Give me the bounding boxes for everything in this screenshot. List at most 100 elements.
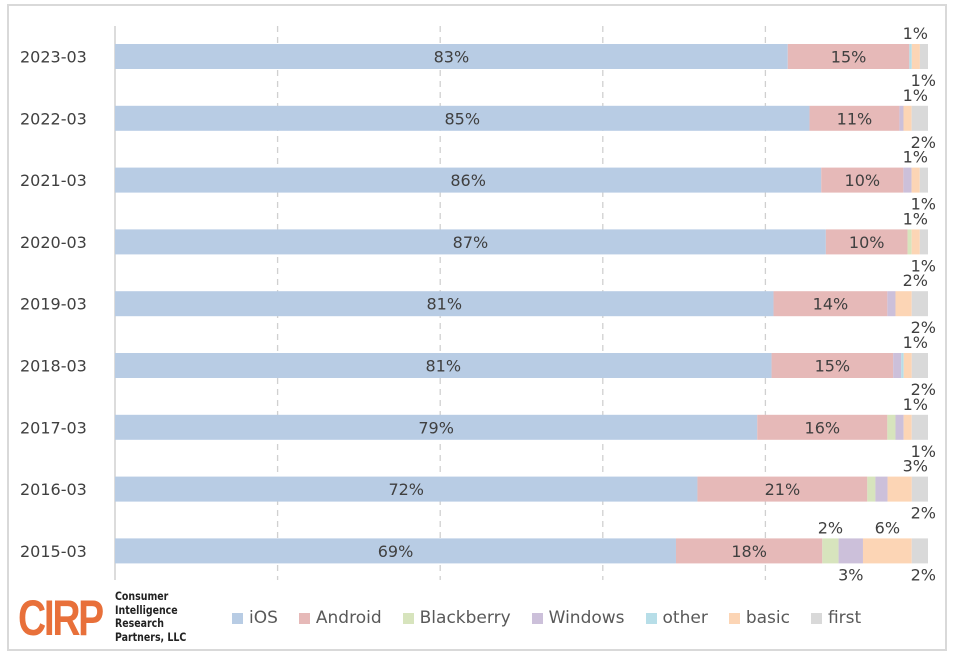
bar-segment-windows [887,291,896,317]
bar-segment-first [911,414,928,440]
legend-swatch [531,612,543,624]
data-label: 2% [903,271,928,290]
cirp-logo: CIRP Consumer Intelligence Research Part… [18,589,218,648]
category-label: 2023-03 [20,48,87,67]
bar-segment-basic [903,353,912,378]
data-label: 6% [875,518,900,537]
category-label: 2017-03 [20,418,87,437]
data-label: 1% [903,24,928,43]
legend-label: Android [315,608,382,628]
data-label: 81% [426,295,462,314]
legend-label: basic [745,608,790,628]
chart-legend: iOS Android Blackberry Windows other bas… [232,608,882,628]
data-label: 1% [903,209,928,228]
data-label: 18% [731,542,767,561]
bar-segment-blackberry [822,538,839,564]
bar-segment-windows [838,538,863,564]
bar-segment-basic [911,44,920,69]
bar-segment-windows [899,105,904,131]
bar-segment-basic [911,229,920,255]
category-label: 2015-03 [20,542,87,561]
bar-segment-basic [895,291,912,317]
legend-label: other [662,608,708,628]
bar-segment-first [919,167,928,193]
data-label: 85% [444,109,480,128]
bar-segment-blackberry [907,229,912,255]
legend-item-blackberry: Blackberry [402,608,511,628]
data-label: 14% [813,295,849,314]
logo-name-line: Intelligence [115,602,178,617]
legend-swatch [298,612,310,624]
data-label: 83% [434,48,470,67]
bar-segment-basic [911,167,920,193]
legend-label: first [827,608,862,628]
data-label: 16% [805,418,841,437]
bar-segment-windows [875,476,888,502]
data-label: 15% [831,48,867,67]
legend-item-windows: Windows [531,608,625,628]
legend-item-first: first [810,608,862,628]
legend-swatch [810,612,822,624]
category-label: 2018-03 [20,357,87,376]
bar-segment-blackberry [867,476,876,502]
data-label: 10% [845,171,881,190]
logo-company-name: Consumer Intelligence Research Partners,… [115,589,187,644]
bar-segment-windows [895,414,904,440]
bar-segment-first [911,353,928,378]
data-label: 2% [818,518,843,537]
legend-item-ios: iOS [232,608,278,628]
data-label: 3% [838,565,863,584]
legend-item-other: other [645,608,708,628]
legend-swatch [645,612,657,624]
data-label: 72% [388,480,424,499]
legend-swatch [232,612,243,624]
logo-name-line: Research [115,616,164,630]
logo-mark: CIRP [18,590,104,646]
data-label: 1% [903,86,928,105]
legend-label: Windows [548,608,625,628]
data-label: 11% [837,109,873,128]
bar-segment-basic [903,414,912,440]
bar-segment-first [919,229,928,255]
legend-swatch [402,612,414,624]
data-label: 21% [765,480,801,499]
legend-label: Blackberry [419,608,511,628]
category-label: 2022-03 [20,109,87,128]
category-label: 2016-03 [20,480,87,499]
data-label: 2% [911,565,936,584]
data-label: 1% [903,148,928,167]
data-label: 1% [903,395,928,414]
legend-item-basic: basic [728,608,790,628]
logo-name-line: Partners, LLC [115,629,187,644]
legend-label: iOS [249,608,278,628]
data-label: 69% [378,542,414,561]
bar-segment-first [911,538,928,564]
bar-segment-basic [903,105,912,131]
data-label: 1% [903,333,928,352]
legend-swatch [728,612,740,624]
bar-segment-first [911,105,928,131]
legend-item-android: Android [298,608,382,628]
bar-segment-other [909,44,912,69]
data-label: 15% [815,357,851,376]
logo-name-line: Consumer [115,589,169,603]
bar-segment-windows [903,167,912,193]
category-label: 2019-03 [20,295,87,314]
bar-segment-first [919,44,928,69]
data-label: 86% [450,171,486,190]
bar-segment-first [911,476,928,502]
data-label: 2% [911,504,936,523]
bar-segment-windows [893,353,902,378]
data-label: 79% [418,418,454,437]
data-label: 81% [425,357,461,376]
category-label: 2020-03 [20,233,87,252]
bar-segment-other [901,353,904,378]
data-label: 3% [903,457,928,476]
stacked-bar-chart: 2023-03 83% 15% 1% 1% 2022-03 85% 11% 1% 2% 2021-0… [20,24,936,584]
bar-segment-blackberry [887,414,896,440]
data-label: 10% [849,233,885,252]
category-label: 2021-03 [20,171,87,190]
bar-segment-basic [887,476,912,502]
bar-segment-basic [862,538,912,564]
bar-segment-first [911,291,928,317]
